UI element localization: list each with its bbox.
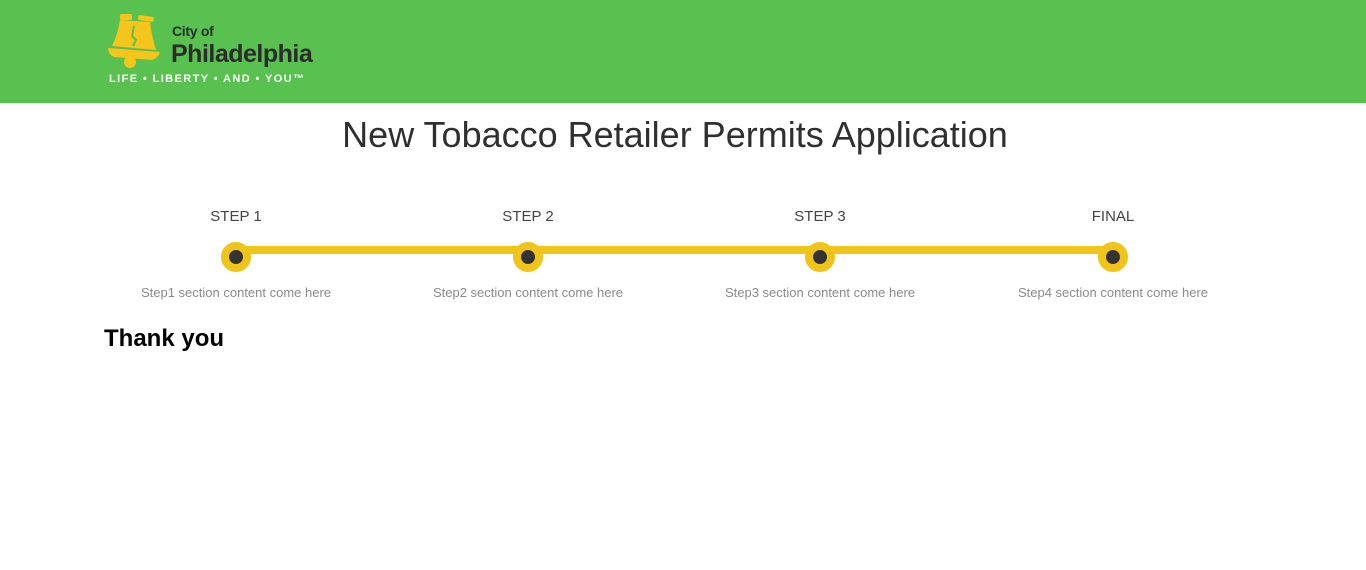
step-final: FINAL Step4 section content come here: [993, 200, 1233, 300]
step-description: Step3 section content come here: [724, 285, 916, 300]
step-marker: [513, 242, 543, 272]
step-label: STEP 2: [502, 208, 554, 225]
logo-tagline: LIFE • LIBERTY • AND • YOU™: [109, 73, 306, 85]
step-3: STEP 3 Step3 section content come here: [700, 200, 940, 300]
page-title: New Tobacco Retailer Permits Application: [342, 114, 1008, 155]
step-label: STEP 3: [794, 208, 846, 225]
thank-you-message: Thank you: [104, 325, 225, 352]
city-logo[interactable]: City of Philadelphia LIFE • LIBERTY • AN…: [106, 12, 336, 90]
site-header: City of Philadelphia LIFE • LIBERTY • AN…: [0, 0, 1366, 103]
step-2: STEP 2 Step2 section content come here: [408, 200, 648, 300]
logo-city-name: Philadelphia: [171, 40, 313, 68]
progress-stepper: STEP 1 Step1 section content come here S…: [0, 200, 1366, 310]
step-label: STEP 1: [210, 208, 262, 225]
step-marker: [221, 242, 251, 272]
step-description: Step1 section content come here: [140, 285, 332, 300]
liberty-bell-icon: [108, 14, 160, 68]
logo-city-of-text: City of: [172, 23, 214, 39]
stepper-track: [236, 246, 1113, 254]
step-marker: [805, 242, 835, 272]
step-label: FINAL: [1091, 208, 1135, 225]
step-description: Step2 section content come here: [432, 285, 624, 300]
step-marker: [1098, 242, 1128, 272]
step-description: Step4 section content come here: [1017, 285, 1209, 300]
step-1: STEP 1 Step1 section content come here: [116, 200, 356, 300]
